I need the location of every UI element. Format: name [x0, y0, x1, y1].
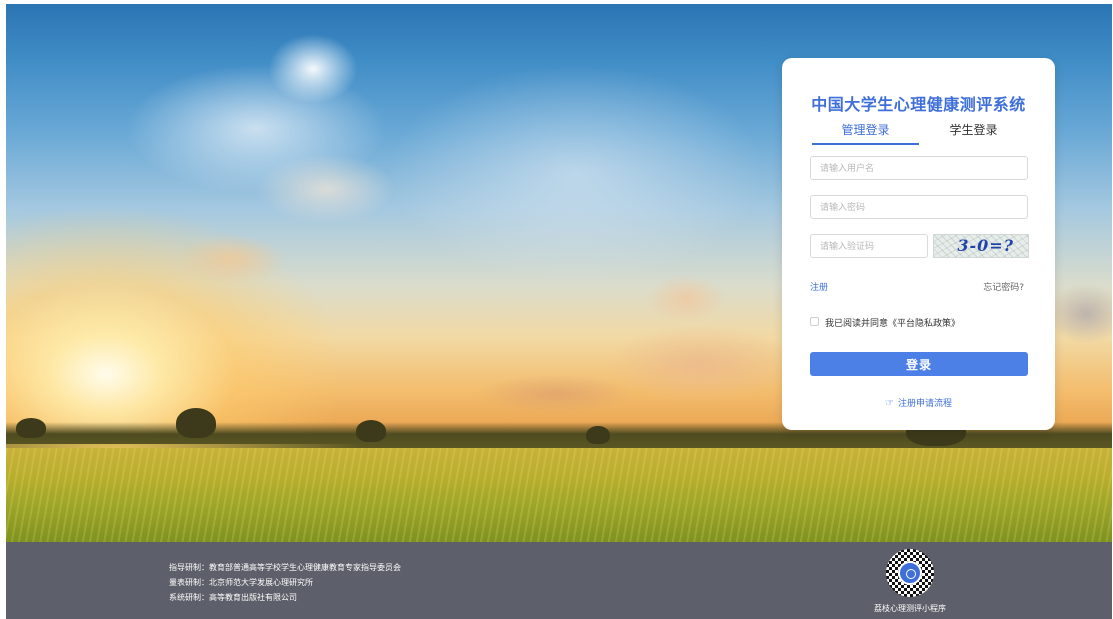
credit-system: 系统研制：高等教育出版社有限公司	[169, 593, 297, 602]
tree	[16, 418, 46, 438]
qr-logo-icon	[898, 561, 922, 585]
cloud	[176, 234, 286, 284]
login-tabs: 管理登录 学生登录	[812, 121, 1027, 145]
page-frame: 中国大学生心理健康测评系统 管理登录 学生登录 3-0=? 注册 忘记密码? 我…	[6, 4, 1112, 619]
credit-guidance: 指导研制：教育部普通高等学校学生心理健康教育专家指导委员会	[169, 563, 401, 572]
password-input[interactable]	[810, 195, 1028, 219]
login-button[interactable]: 登录	[810, 352, 1028, 376]
register-flow-link[interactable]: ☞ 注册申请流程	[782, 391, 1055, 410]
tree	[586, 426, 610, 444]
system-title: 中国大学生心理健康测评系统	[811, 95, 1026, 114]
tree	[356, 420, 386, 442]
tab-admin-login[interactable]: 管理登录	[812, 121, 919, 145]
cloud	[256, 154, 396, 224]
credit-scale: 量表研制：北京师范大学发展心理研究所	[169, 578, 313, 587]
cloud	[646, 274, 726, 324]
tree	[176, 408, 216, 438]
cloud	[386, 64, 766, 284]
mini-program-qr-code	[886, 549, 934, 597]
captcha-input[interactable]	[810, 234, 928, 258]
qr-badge-icon	[924, 589, 933, 597]
register-link[interactable]: 注册	[810, 280, 828, 293]
footer-credits: 指导研制：教育部普通高等学校学生心理健康教育专家指导委员会 量表研制：北京师范大…	[169, 560, 401, 605]
hand-pointer-icon: ☞	[885, 398, 894, 409]
login-card: 中国大学生心理健康测评系统 管理登录 学生登录 3-0=? 注册 忘记密码? 我…	[782, 58, 1055, 430]
captcha-image[interactable]: 3-0=?	[933, 234, 1029, 258]
cloud	[268, 34, 358, 104]
privacy-checkbox[interactable]	[810, 317, 819, 326]
register-flow-label[interactable]: 注册申请流程	[898, 399, 952, 409]
cloud	[476, 374, 636, 414]
tab-student-login[interactable]: 学生登录	[920, 121, 1027, 143]
forgot-password-link[interactable]: 忘记密码?	[983, 280, 1024, 293]
username-input[interactable]	[810, 156, 1028, 180]
privacy-agree-text[interactable]: 我已阅读并同意《平台隐私政策》	[825, 316, 960, 329]
rice-field	[6, 448, 1112, 542]
footer: 指导研制：教育部普通高等学校学生心理健康教育专家指导委员会 量表研制：北京师范大…	[6, 542, 1112, 619]
cloud	[1046, 284, 1112, 344]
qr-code-label: 荔枝心理测评小程序	[874, 604, 946, 613]
